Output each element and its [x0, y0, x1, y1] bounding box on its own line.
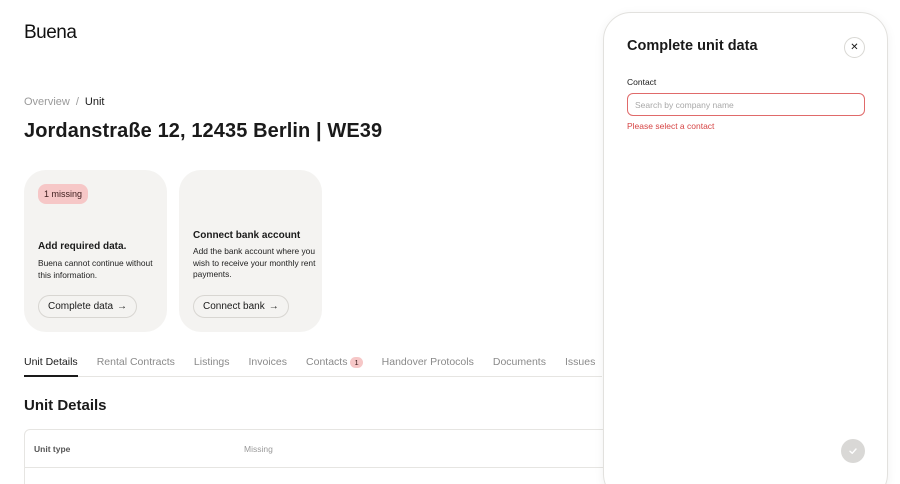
tab-documents[interactable]: Documents: [493, 356, 546, 377]
tab-issues[interactable]: Issues: [565, 356, 595, 377]
required-data-card: 1 missing Add required data. Buena canno…: [24, 170, 167, 332]
unit-details-table: Unit type Missing: [24, 429, 614, 484]
section-title: Unit Details: [24, 397, 107, 414]
row-value: Missing: [244, 443, 273, 454]
connect-bank-label: Connect bank: [203, 301, 265, 312]
tab-unit-details[interactable]: Unit Details: [24, 356, 78, 377]
arrow-right-icon: →: [268, 301, 279, 312]
contact-search-input[interactable]: [627, 93, 865, 116]
tab-invoices[interactable]: Invoices: [249, 356, 288, 377]
card-description: Add the bank account where you wish to r…: [193, 246, 316, 279]
card-title: Connect bank account: [193, 230, 301, 241]
tab-rental-contracts[interactable]: Rental Contracts: [97, 356, 175, 377]
complete-data-label: Complete data: [48, 301, 114, 312]
app-logo: Buena: [24, 22, 77, 43]
tab-bar: Unit Details Rental Contracts Listings I…: [24, 356, 602, 377]
tab-contacts[interactable]: Contacts 1: [306, 356, 363, 377]
complete-data-button[interactable]: Complete data →: [38, 295, 138, 318]
breadcrumb-unit: Unit: [84, 96, 105, 108]
breadcrumb: Overview / Unit: [24, 96, 104, 108]
connect-bank-button[interactable]: Connect bank →: [193, 295, 289, 318]
confirm-button[interactable]: [841, 439, 865, 463]
contacts-count-badge: 1: [350, 357, 363, 368]
tab-listings[interactable]: Listings: [194, 356, 230, 377]
tab-handover-protocols[interactable]: Handover Protocols: [382, 356, 474, 377]
card-title: Add required data.: [38, 241, 127, 252]
table-row: Unit type Missing: [25, 430, 613, 468]
missing-badge: 1 missing: [38, 184, 89, 204]
bank-account-card: Connect bank account Add the bank accoun…: [179, 170, 322, 332]
row-label: Unit type: [34, 443, 71, 454]
panel-title: Complete unit data: [627, 38, 758, 54]
contact-error-message: Please select a contact: [627, 121, 715, 131]
close-icon: ✕: [850, 42, 859, 53]
close-button[interactable]: ✕: [844, 37, 865, 58]
complete-unit-data-panel: Complete unit data ✕ Contact Please sele…: [603, 12, 888, 484]
arrow-right-icon: →: [117, 301, 128, 312]
breadcrumb-overview[interactable]: Overview: [24, 96, 70, 108]
breadcrumb-separator: /: [75, 96, 79, 108]
check-icon: [849, 448, 857, 454]
contact-field-label: Contact: [627, 77, 657, 87]
page-title: Jordanstraße 12, 12435 Berlin | WE39: [24, 120, 383, 142]
card-description: Buena cannot continue without this infor…: [38, 258, 153, 280]
